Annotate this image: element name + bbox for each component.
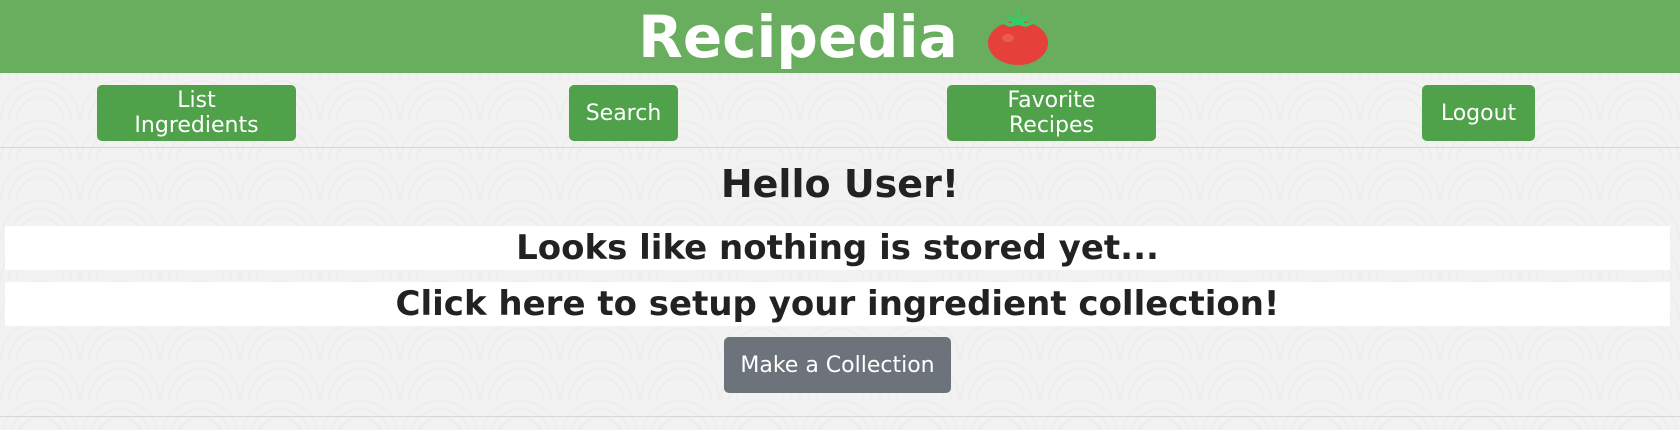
greeting-heading: Hello User! [720,162,960,206]
search-button[interactable]: Search [569,85,678,141]
tomato-icon [987,9,1048,65]
list-ingredients-button[interactable]: List Ingredients [97,85,296,141]
brand: Recipedia [638,8,1050,66]
app-header: Recipedia [0,0,1680,73]
divider [0,416,1680,417]
app-title: Recipedia [638,2,958,71]
empty-state-message: Looks like nothing is stored yet... [5,226,1670,270]
setup-prompt: Click here to setup your ingredient coll… [5,282,1670,326]
favorite-recipes-button[interactable]: Favorite Recipes [947,85,1156,141]
logout-button[interactable]: Logout [1422,85,1535,141]
nav-bar: List Ingredients Search Favorite Recipes… [0,73,1680,148]
make-collection-button[interactable]: Make a Collection [724,337,951,393]
